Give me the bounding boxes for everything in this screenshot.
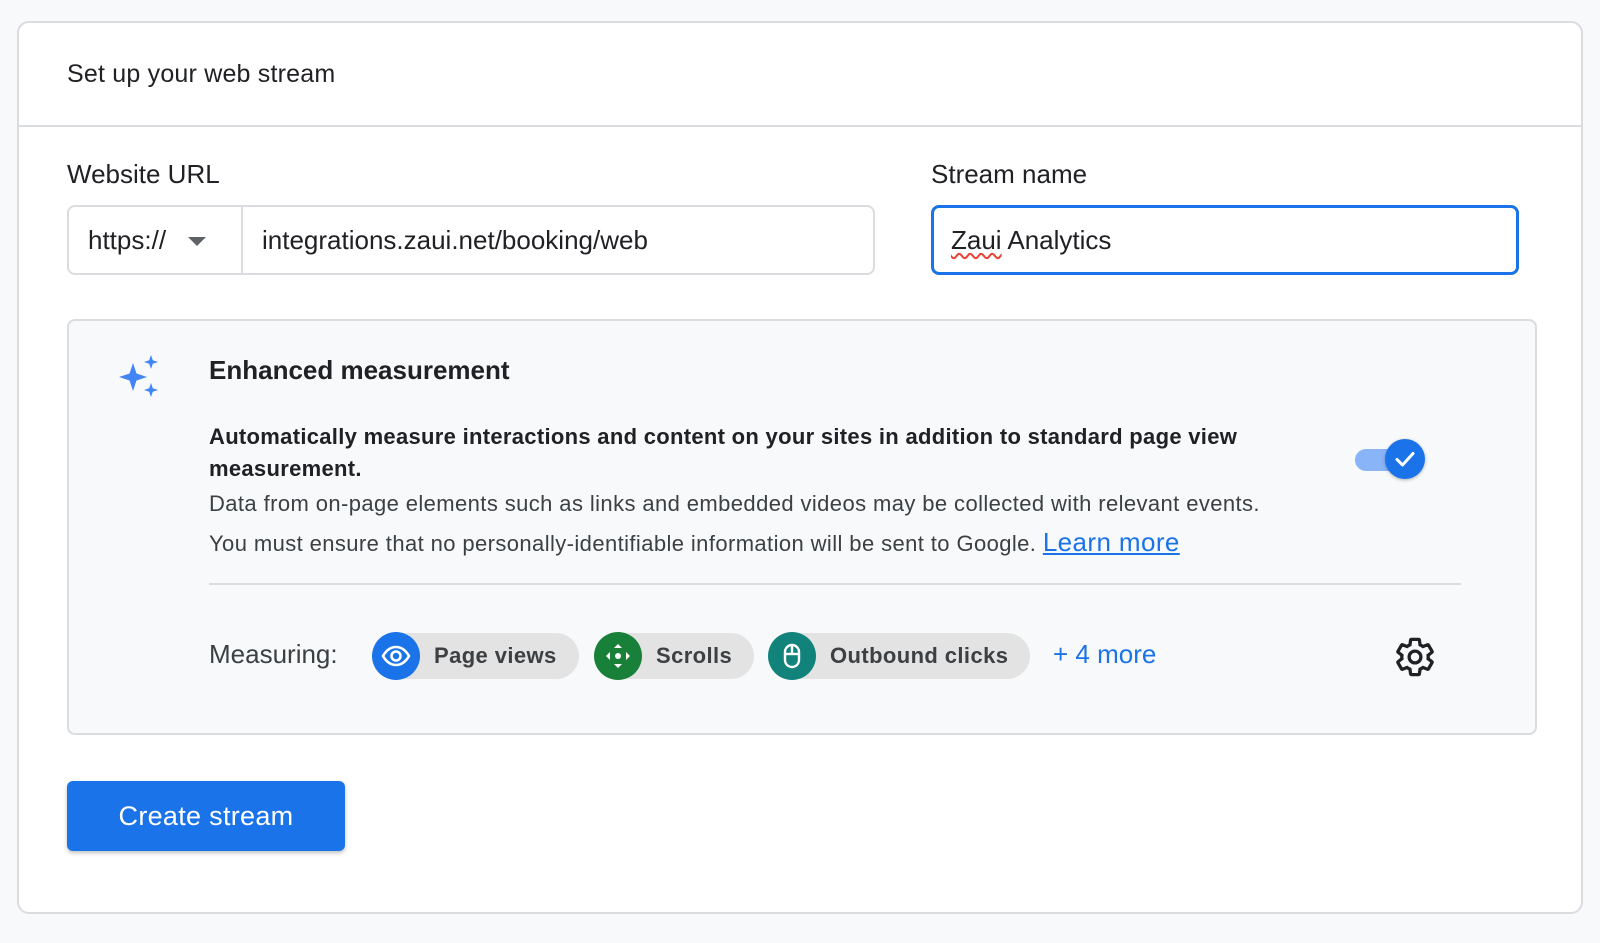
chip-scrolls[interactable]: Scrolls <box>594 632 755 680</box>
stream-name-rest: Analytics <box>1001 224 1112 255</box>
data-collection-notice: Data from on-page elements such as links… <box>209 491 1260 516</box>
page-title: Set up your web stream <box>67 59 336 88</box>
more-chips-link[interactable]: + 4 more <box>1053 639 1156 670</box>
chevron-down-icon <box>188 237 207 246</box>
chip-outbound-clicks[interactable]: Outbound clicks <box>768 632 1031 680</box>
scroll-icon <box>594 632 642 680</box>
website-url-input[interactable]: integrations.zaui.net/booking/web <box>243 207 873 273</box>
learn-more-link[interactable]: Learn more <box>1043 527 1180 557</box>
sparkle-icon <box>119 355 158 397</box>
create-stream-button[interactable]: Create stream <box>67 781 345 851</box>
enhanced-measurement-title: Enhanced measurement <box>209 355 510 385</box>
eye-icon <box>372 632 420 680</box>
card-header: Set up your web stream <box>19 23 1581 127</box>
protocol-select[interactable]: https:// <box>69 207 243 273</box>
stream-name-input[interactable]: Zaui Analytics <box>931 205 1519 275</box>
measuring-label: Measuring: <box>209 639 338 669</box>
pii-notice-line: You must ensure that no personally-ident… <box>209 527 1180 558</box>
pii-notice: You must ensure that no personally-ident… <box>209 531 1037 556</box>
stream-name-misspelled-word: Zaui <box>951 224 1002 255</box>
enhanced-measurement-panel: Enhanced measurement Automatically measu… <box>67 319 1537 735</box>
chip-label: Page views <box>434 643 557 668</box>
protocol-value: https:// <box>88 224 167 255</box>
divider <box>209 583 1461 585</box>
website-url-value: integrations.zaui.net/booking/web <box>262 224 648 255</box>
stream-name-label: Stream name <box>931 159 1088 189</box>
website-url-group: https:// integrations.zaui.net/booking/w… <box>67 205 875 275</box>
chip-label: Scrolls <box>656 643 733 668</box>
gear-icon[interactable] <box>1393 635 1437 679</box>
mouse-icon <box>768 632 816 680</box>
enhanced-measurement-description: Automatically measure interactions and c… <box>209 424 1238 481</box>
website-url-label: Website URL <box>67 159 220 189</box>
toggle-knob <box>1385 439 1425 479</box>
chip-page-views[interactable]: Page views <box>372 632 579 680</box>
chip-label: Outbound clicks <box>830 643 1009 668</box>
enhanced-measurement-toggle[interactable] <box>1353 439 1425 479</box>
web-stream-card: Set up your web stream Website URL https… <box>17 21 1583 914</box>
check-icon <box>1395 452 1415 467</box>
